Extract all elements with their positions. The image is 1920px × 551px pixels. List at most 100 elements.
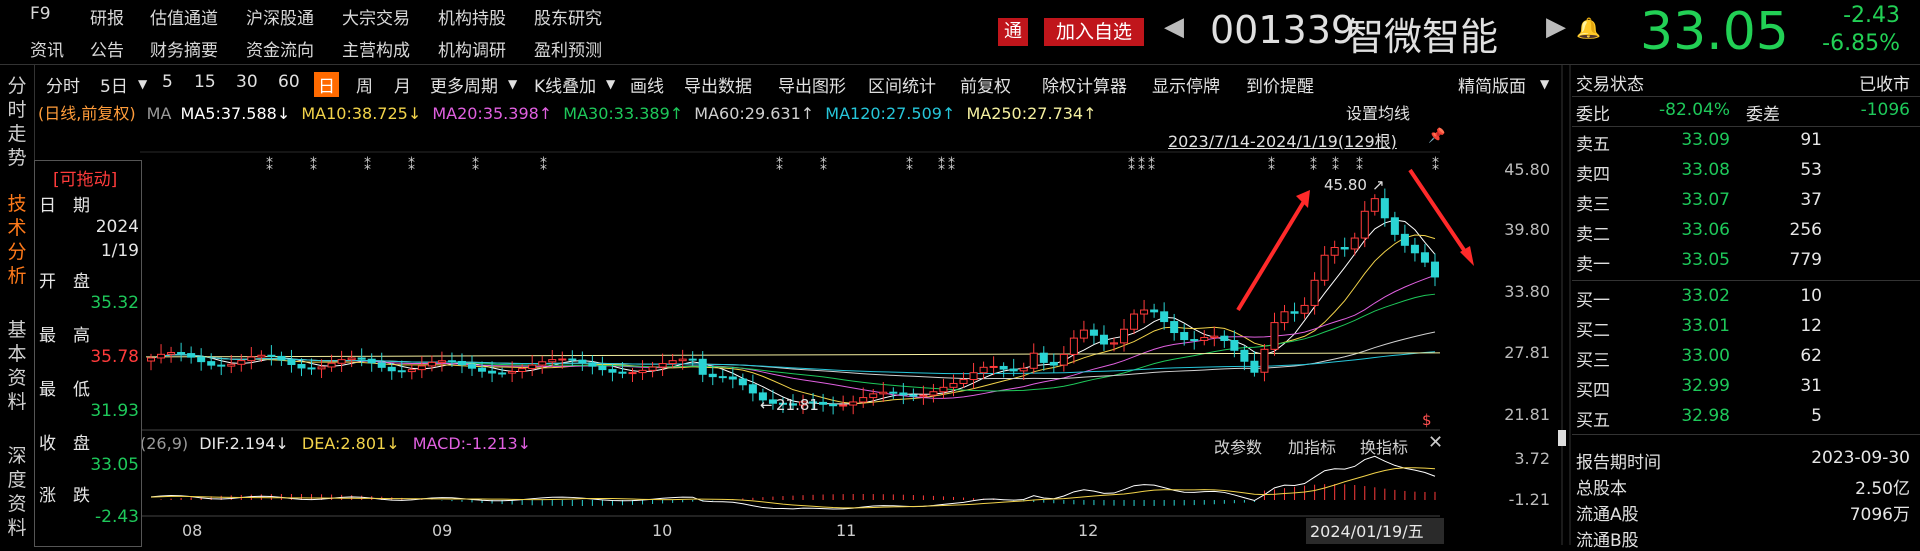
event-marker-icon[interactable]: ⁑ (1148, 156, 1155, 174)
date-label: 日 期 (39, 196, 90, 216)
candle-body (909, 394, 918, 397)
candle-body (1019, 367, 1028, 372)
quote-info-box[interactable]: [可拖动] 日 期 2024 1/19 开 盘 35.32 最 高 35.78 … (34, 160, 142, 547)
candle-body (157, 353, 166, 359)
candle-body (427, 361, 436, 367)
x-label-10: 10 (652, 521, 672, 540)
event-marker-icon[interactable]: ⁑ (1138, 156, 1145, 174)
asks-volume: 779 (1789, 250, 1822, 270)
candle-body (889, 391, 898, 394)
open-value: 35.32 (90, 293, 139, 313)
candle-body (969, 372, 978, 381)
candle-body (1170, 321, 1179, 334)
asks-price: 33.08 (1681, 160, 1730, 180)
drag-hint[interactable]: [可拖动] (53, 165, 117, 190)
change-amount: -2.43 (95, 507, 139, 527)
candle-body (277, 355, 286, 361)
event-marker-icon[interactable]: ⁑ (948, 156, 955, 174)
candle-body (708, 373, 717, 378)
bids-volume: 62 (1800, 346, 1822, 366)
candle-body (1240, 349, 1249, 362)
y-tick-5: 21.81 (1504, 405, 1550, 424)
x-label-09: 09 (432, 521, 452, 540)
candle-body (147, 357, 156, 362)
event-marker-icon[interactable]: ⁑ (938, 156, 945, 174)
dividend-icon[interactable]: $ (1422, 411, 1432, 429)
event-marker-icon[interactable]: ⁑ (364, 156, 371, 174)
bids-price: 32.98 (1681, 406, 1730, 426)
asks-price: 33.09 (1681, 130, 1730, 150)
candle-body (538, 361, 547, 366)
webi-label: 委比 (1576, 105, 1610, 125)
candle-body (658, 363, 667, 368)
panel-collapse-handle[interactable] (1558, 430, 1566, 446)
candle-body (698, 358, 707, 375)
candle-body (1049, 361, 1058, 366)
candle-body (548, 359, 557, 363)
candle-body (1059, 353, 1068, 366)
event-marker-icon[interactable]: ⁑ (1268, 156, 1275, 174)
macd-dif: DIF:2.194↓ (199, 434, 289, 453)
asks-price: 33.05 (1681, 250, 1730, 270)
weicha-label: 委差 (1746, 105, 1780, 125)
event-marker-icon[interactable]: ⁑ (1310, 156, 1317, 174)
bids-label: 买五 (1576, 411, 1610, 431)
candle-body (267, 354, 276, 357)
event-marker-icon[interactable]: ⁑ (310, 156, 317, 174)
candle-body (1340, 247, 1349, 250)
event-marker-icon[interactable]: ⁑ (776, 156, 783, 174)
bids-label: 买二 (1576, 321, 1610, 341)
ma-lines (145, 219, 1441, 405)
candle-body (568, 358, 577, 361)
candle-body (187, 353, 196, 358)
candle-body (347, 357, 356, 361)
candle-body (558, 358, 567, 361)
ma-line (150, 274, 1436, 399)
candle-body (357, 357, 366, 360)
candle-body (518, 368, 527, 372)
candle-body (1290, 311, 1299, 314)
event-marker-icon[interactable]: ⁑ (906, 156, 913, 174)
y-tick-2: 39.80 (1504, 220, 1550, 239)
high-value: 35.78 (90, 347, 139, 367)
event-marker-icon[interactable]: ⁑ (266, 156, 273, 174)
candle-body (217, 364, 226, 367)
candle-body (367, 358, 376, 364)
candle-body (227, 363, 236, 367)
candle-body (1220, 335, 1229, 342)
candle-body (1390, 217, 1399, 235)
event-marker-icon[interactable]: ⁑ (820, 156, 827, 174)
candle-body (869, 393, 878, 399)
event-marker-icon[interactable]: ⁑ (1128, 156, 1135, 174)
up-arrow-line (1236, 196, 1308, 312)
candle-body (528, 364, 537, 370)
total-shares-label: 总股本 (1576, 479, 1627, 499)
candle-body (1140, 309, 1149, 315)
candle-body (1039, 352, 1048, 363)
event-marker-icon[interactable]: ⁑ (1332, 156, 1339, 174)
event-marker-icon[interactable]: ⁑ (1356, 156, 1363, 174)
macd-close-icon[interactable]: ✕ (1428, 432, 1443, 453)
asks-label: 卖五 (1576, 135, 1610, 155)
event-marker-icon[interactable]: ⁑ (1432, 156, 1439, 174)
asks-label: 卖三 (1576, 195, 1610, 215)
bids-price: 33.01 (1681, 316, 1730, 336)
macd-switch-indicator-button[interactable]: 换指标 (1360, 434, 1408, 458)
event-marker-icon[interactable]: ⁑ (408, 156, 415, 174)
macd-change-params-button[interactable]: 改参数 (1214, 434, 1262, 458)
down-arrow-line (1408, 168, 1470, 258)
change-label: 涨 跌 (39, 486, 90, 506)
y-tick-3: 33.80 (1504, 282, 1550, 301)
candle-body (1190, 339, 1199, 342)
ma-line (150, 293, 1436, 392)
candle-body (167, 352, 176, 355)
event-marker-icon[interactable]: ⁑ (472, 156, 479, 174)
bids-price: 32.99 (1681, 376, 1730, 396)
macd-legend: (26,9) DIF:2.194↓ DEA:2.801↓ MACD:-1.213… (140, 434, 531, 453)
report-period: 2023-09-30 (1811, 448, 1910, 468)
macd-add-indicator-button[interactable]: 加指标 (1288, 434, 1336, 458)
event-marker-icon[interactable]: ⁑ (540, 156, 547, 174)
candle-body (829, 403, 838, 407)
candle-body (849, 401, 858, 406)
candle-body (1029, 352, 1038, 369)
